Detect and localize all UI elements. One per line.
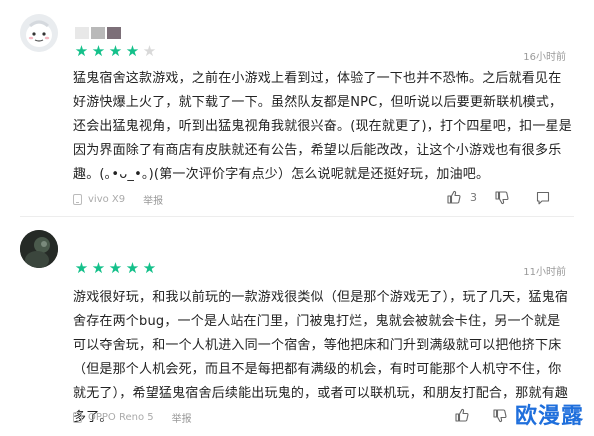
review-text: 猛鬼宿舍这款游戏，之前在小游戏上看到过，体验了一下也并不恐怖。之后就看见在好游快… <box>73 71 572 182</box>
star-filled-icon: ★ <box>125 259 140 277</box>
review-meta: vivo X9 举报 <box>73 192 163 207</box>
report-button[interactable]: 举报 <box>172 410 192 425</box>
star-filled-icon: ★ <box>125 42 140 60</box>
star-filled-icon: ★ <box>91 259 106 277</box>
like-button[interactable] <box>455 408 469 422</box>
star-rating: ★ ★ ★ ★ ★ <box>74 261 157 276</box>
star-filled-icon: ★ <box>74 42 89 60</box>
avatar[interactable] <box>20 230 58 268</box>
review-meta: OPPO Reno 5 举报 <box>73 410 192 425</box>
dislike-button[interactable] <box>493 409 507 423</box>
report-button[interactable]: 举报 <box>143 192 163 207</box>
username-block <box>107 27 121 39</box>
comment-button[interactable] <box>536 191 550 205</box>
avatar[interactable] <box>20 14 58 52</box>
divider <box>20 216 574 217</box>
device-name: OPPO Reno 5 <box>88 412 154 423</box>
thumbs-down-icon <box>495 191 509 205</box>
star-filled-icon: ★ <box>108 259 123 277</box>
thumbs-up-icon <box>447 190 461 204</box>
review-time: 16小时前 <box>523 52 566 63</box>
like-button[interactable]: 3 <box>447 190 477 204</box>
cartoon-avatar-icon <box>20 14 58 52</box>
phone-icon <box>73 412 82 423</box>
watermark-text: 欧漫露 <box>514 404 584 429</box>
username-block <box>91 27 105 39</box>
photo-avatar-icon <box>20 230 58 268</box>
phone-icon <box>73 194 82 205</box>
review-time: 11小时前 <box>523 267 566 278</box>
comment-icon <box>536 191 550 205</box>
star-filled-icon: ★ <box>108 42 123 60</box>
star-filled-icon: ★ <box>142 259 157 277</box>
star-empty-icon: ★ <box>142 42 157 60</box>
star-rating: ★ ★ ★ ★ ★ <box>74 44 157 59</box>
star-filled-icon: ★ <box>74 259 89 277</box>
thumbs-down-icon <box>493 409 507 423</box>
like-count: 3 <box>470 190 477 204</box>
dislike-button[interactable] <box>495 191 509 205</box>
username-block <box>75 27 89 39</box>
star-filled-icon: ★ <box>91 42 106 60</box>
device-name: vivo X9 <box>88 194 126 205</box>
username-blurred[interactable] <box>75 27 121 39</box>
thumbs-up-icon <box>455 408 469 422</box>
